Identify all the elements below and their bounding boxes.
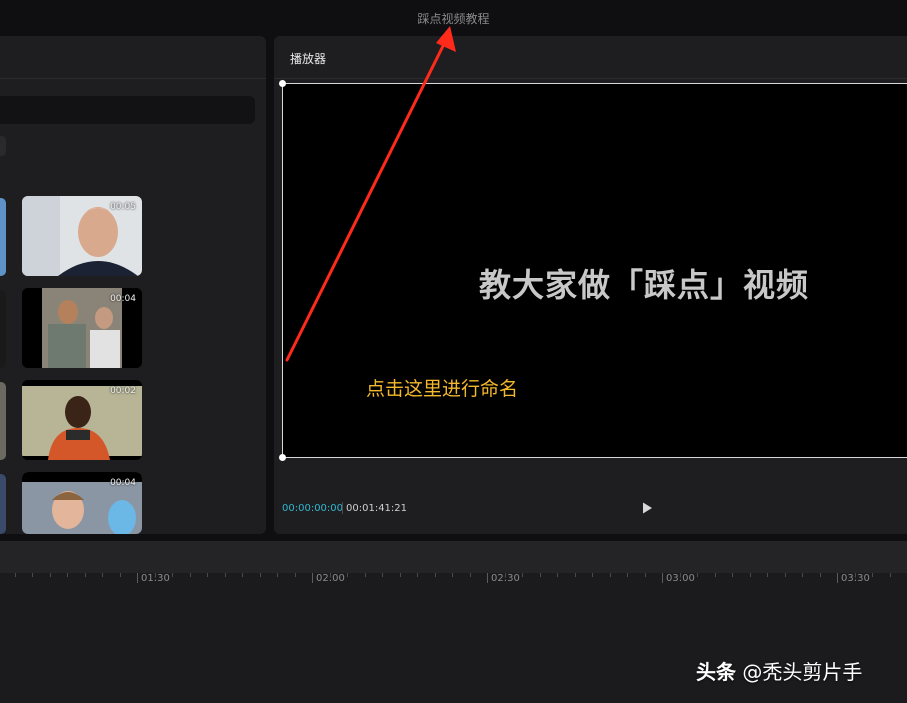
ruler-minor-tick — [452, 573, 453, 577]
ruler-minor-tick — [820, 573, 821, 577]
ruler-minor-tick — [400, 573, 401, 577]
timeline-toolbar — [0, 541, 907, 573]
media-thumbnail[interactable]: 00:04 — [22, 288, 142, 368]
ruler-minor-tick — [225, 573, 226, 577]
ruler-minor-tick — [435, 573, 436, 577]
ruler-major-tick — [662, 573, 663, 583]
ruler-minor-tick — [575, 573, 576, 577]
ruler-minor-tick — [785, 573, 786, 577]
ruler-minor-tick — [697, 573, 698, 577]
media-thumbnail[interactable]: 00:05 — [22, 196, 142, 276]
clip-duration: 00:04 — [110, 478, 136, 488]
timeline-ruler[interactable]: 01:30 02:00 02:30 03:00 03:30 — [0, 573, 907, 587]
ruler-minor-tick — [347, 573, 348, 577]
clip-duration: 00:05 — [110, 202, 136, 212]
media-thumbnail[interactable]: 00:02 — [22, 380, 142, 460]
ruler-major-tick — [312, 573, 313, 583]
ruler-major-tick — [137, 573, 138, 583]
ruler-minor-tick — [85, 573, 86, 577]
ruler-minor-tick — [67, 573, 68, 577]
ruler-minor-tick — [890, 573, 891, 577]
ruler-minor-tick — [190, 573, 191, 577]
resize-handle[interactable] — [279, 454, 286, 461]
media-search-input[interactable] — [0, 96, 255, 124]
ruler-minor-tick — [260, 573, 261, 577]
media-filter-tab[interactable] — [0, 136, 6, 156]
total-timecode: 00:01:41:21 — [346, 503, 408, 514]
ruler-minor-tick — [295, 573, 296, 577]
current-timecode: 00:00:00:00 — [282, 503, 344, 514]
ruler-minor-tick — [505, 573, 506, 577]
timeline-tracks[interactable] — [0, 587, 907, 703]
media-panel: 00:05 00:04 00:02 00:04 — [0, 36, 266, 534]
player-header: 播放器 — [274, 36, 907, 79]
ruler-minor-tick — [242, 573, 243, 577]
ruler-minor-tick — [557, 573, 558, 577]
ruler-minor-tick — [155, 573, 156, 577]
ruler-minor-tick — [207, 573, 208, 577]
ruler-minor-tick — [592, 573, 593, 577]
ruler-minor-tick — [627, 573, 628, 577]
ruler-major-tick — [837, 573, 838, 583]
media-thumbnail-partial[interactable] — [0, 474, 6, 534]
ruler-minor-tick — [522, 573, 523, 577]
ruler-major-tick — [487, 573, 488, 583]
ruler-minor-tick — [470, 573, 471, 577]
watermark-brand: 头条 — [696, 660, 736, 684]
play-icon[interactable] — [640, 501, 654, 515]
clip-duration: 00:04 — [110, 294, 136, 304]
ruler-minor-tick — [750, 573, 751, 577]
media-thumbnail[interactable]: 00:04 — [22, 472, 142, 534]
ruler-minor-tick — [715, 573, 716, 577]
watermark-handle: @秃头剪片手 — [742, 660, 863, 684]
ruler-minor-tick — [417, 573, 418, 577]
watermark: 头条 @秃头剪片手 — [696, 656, 862, 685]
ruler-minor-tick — [277, 573, 278, 577]
media-thumbnail-partial[interactable] — [0, 382, 6, 460]
media-panel-header — [0, 36, 266, 79]
ruler-minor-tick — [102, 573, 103, 577]
video-caption: 教大家做「踩点」视频 — [479, 266, 810, 304]
ruler-minor-tick — [172, 573, 173, 577]
ruler-minor-tick — [540, 573, 541, 577]
player-panel: 播放器 教大家做「踩点」视频 点击这里进行命名 00:00:00:00 00:0… — [274, 36, 907, 534]
timecode-divider — [342, 502, 343, 514]
window-title[interactable]: 踩点视频教程 — [0, 10, 907, 27]
ruler-minor-tick — [365, 573, 366, 577]
ruler-minor-tick — [32, 573, 33, 577]
ruler-minor-tick — [855, 573, 856, 577]
ruler-minor-tick — [15, 573, 16, 577]
clip-duration: 00:02 — [110, 386, 136, 396]
media-thumbnail-partial[interactable] — [0, 290, 6, 368]
ruler-minor-tick — [767, 573, 768, 577]
ruler-minor-tick — [732, 573, 733, 577]
media-thumbnail-partial[interactable] — [0, 198, 6, 276]
player-title: 播放器 — [290, 52, 327, 66]
ruler-minor-tick — [120, 573, 121, 577]
ruler-minor-tick — [610, 573, 611, 577]
ruler-minor-tick — [330, 573, 331, 577]
ruler-minor-tick — [802, 573, 803, 577]
ruler-minor-tick — [645, 573, 646, 577]
ruler-minor-tick — [680, 573, 681, 577]
ruler-minor-tick — [50, 573, 51, 577]
player-viewport[interactable]: 教大家做「踩点」视频 点击这里进行命名 — [279, 80, 907, 461]
ruler-minor-tick — [872, 573, 873, 577]
resize-handle[interactable] — [279, 80, 286, 87]
annotation-text: 点击这里进行命名 — [366, 378, 519, 400]
ruler-minor-tick — [382, 573, 383, 577]
title-bar: 踩点视频教程 — [0, 0, 907, 36]
